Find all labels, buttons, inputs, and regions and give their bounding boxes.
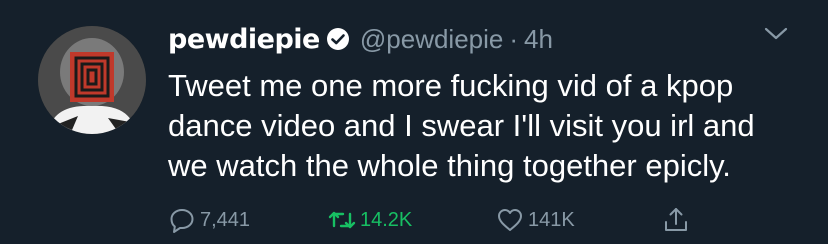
display-name[interactable]: pewdiepie	[168, 24, 320, 55]
tweet-header: pewdiepie @pewdiepie · 4h	[168, 18, 788, 60]
share-button[interactable]	[662, 206, 694, 234]
tweet-card[interactable]: pewdiepie @pewdiepie · 4h Tweet me one m…	[0, 0, 828, 244]
verified-badge-icon	[326, 28, 349, 50]
action-bar: 7,441 14.2K 141K	[168, 206, 728, 236]
reply-icon	[170, 209, 194, 233]
handle[interactable]: @pewdiepie	[360, 24, 503, 55]
reply-count: 7,441	[200, 208, 251, 231]
tweet-text: Tweet me one more fucking vid of a kpop …	[168, 68, 755, 183]
timestamp[interactable]: 4h	[524, 24, 553, 55]
avatar[interactable]	[38, 26, 146, 134]
chevron-down-icon[interactable]	[762, 24, 790, 44]
avatar-image	[38, 26, 146, 134]
retweet-button[interactable]: 14.2K	[328, 206, 412, 234]
like-count: 141K	[528, 208, 575, 231]
separator: ·	[509, 23, 519, 54]
like-button[interactable]: 141K	[496, 206, 575, 234]
retweet-count: 14.2K	[360, 208, 413, 231]
retweet-icon	[328, 211, 356, 229]
reply-button[interactable]: 7,441	[168, 206, 250, 234]
tweet-content: pewdiepie @pewdiepie · 4h Tweet me one m…	[168, 18, 788, 186]
share-icon	[665, 208, 687, 231]
heart-icon	[498, 209, 522, 231]
